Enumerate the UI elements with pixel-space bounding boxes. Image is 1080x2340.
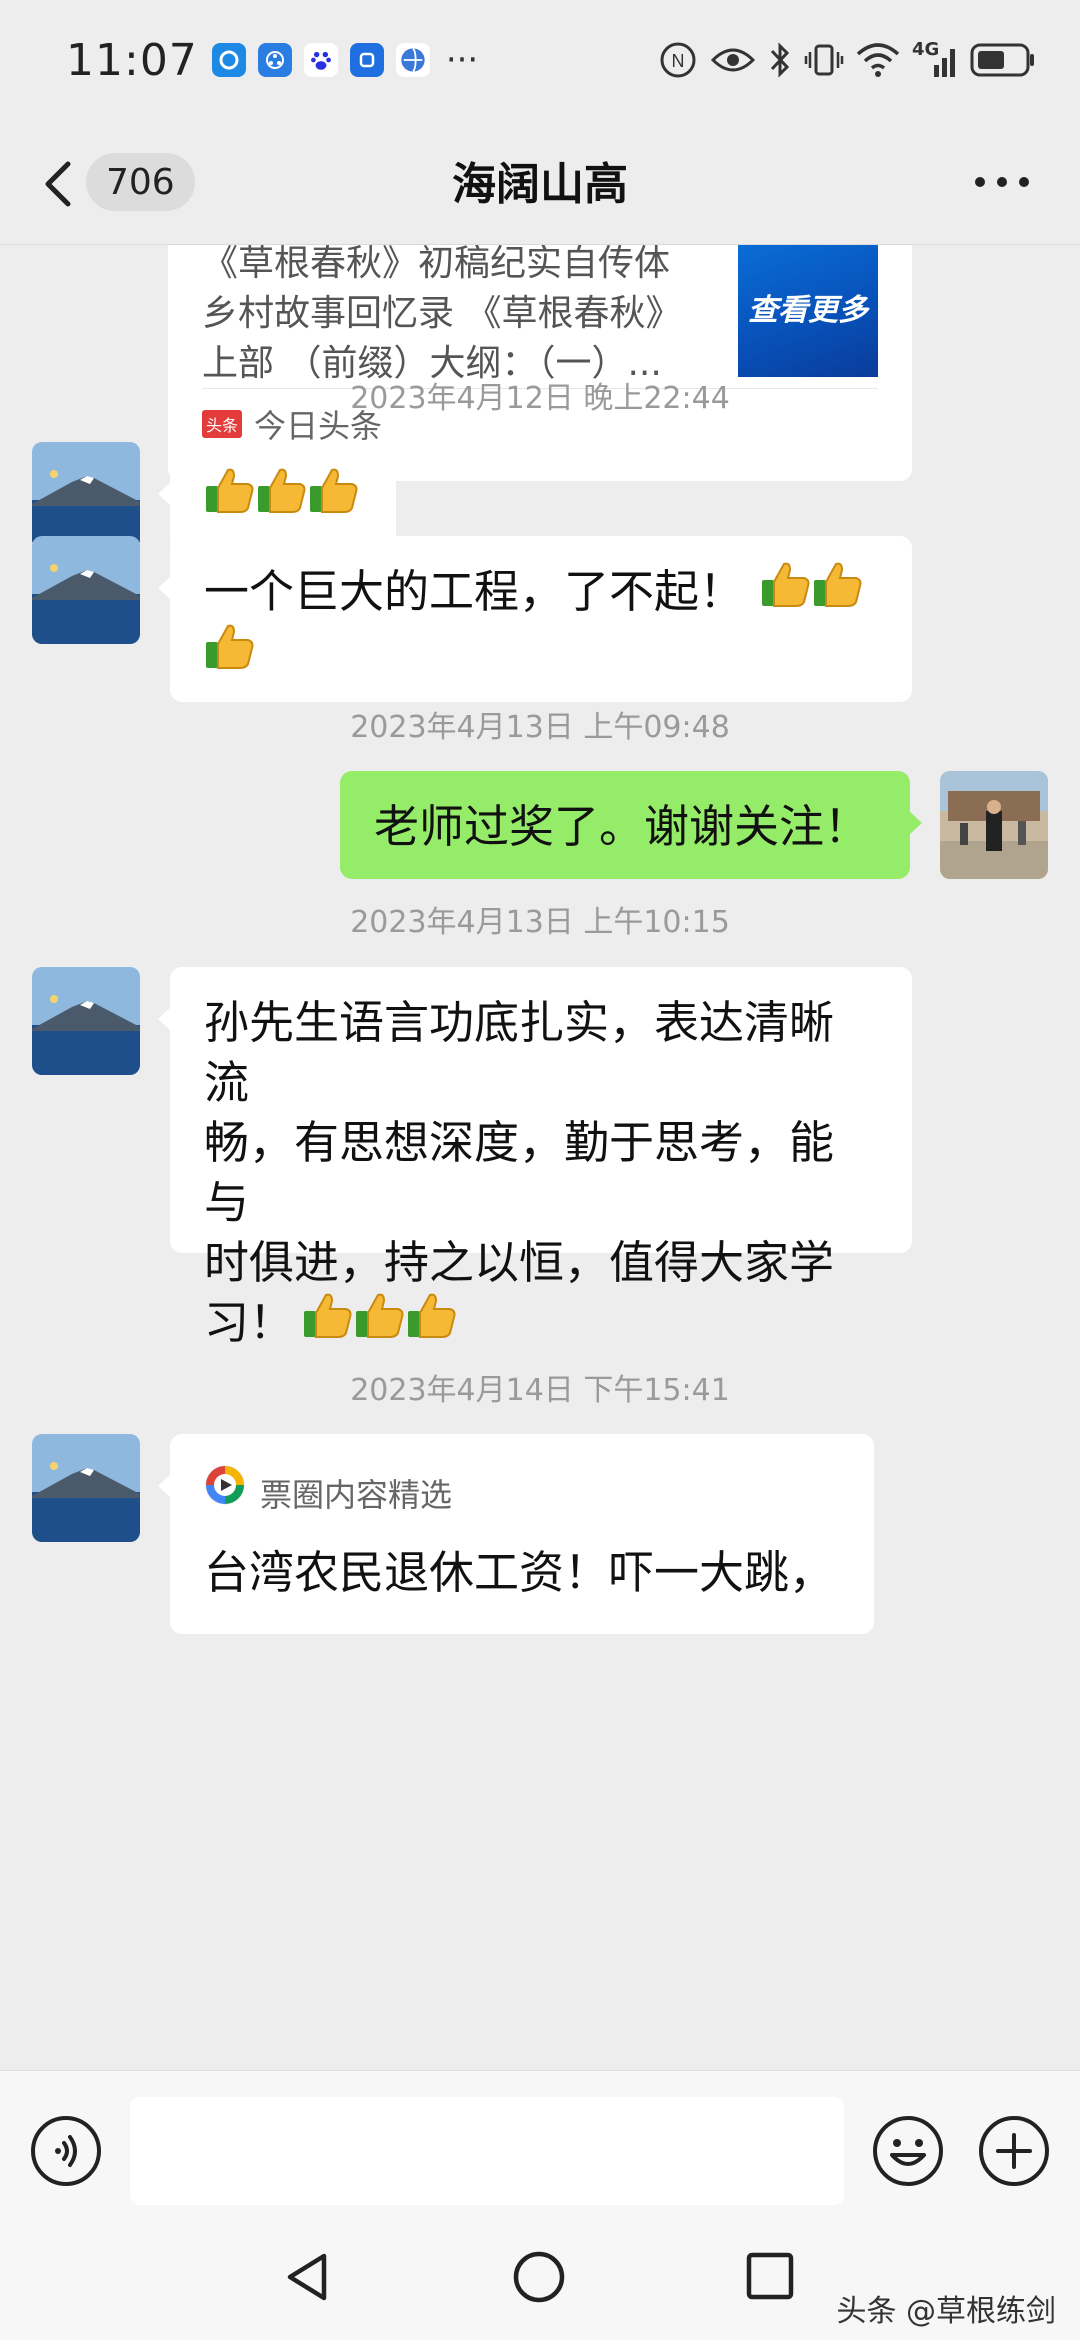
timestamp: 2023年4月12日 晚上22:44: [350, 381, 730, 416]
volcano-avatar-image: [32, 536, 140, 644]
link-desc-line: 《草根春秋》初稿纪实自传体: [202, 245, 671, 284]
bluetooth-icon: [768, 41, 792, 79]
my-avatar[interactable]: [940, 771, 1048, 879]
link-card-description: 《草根春秋》初稿纪实自传体 乡村故事回忆录 《草根春秋》 上部 （前缀）大纲：（…: [202, 245, 712, 389]
thumbs-up-icon: [204, 464, 256, 531]
thumbs-up-icon: [760, 558, 812, 625]
thumbs-up-icon: [354, 1289, 406, 1356]
more-options-button[interactable]: [974, 172, 1030, 192]
plus-icon: [979, 2116, 1049, 2186]
input-bar: [0, 2070, 1080, 2210]
chat-header: 706 海阔山高: [0, 120, 1080, 245]
square-recents-icon: [746, 2252, 794, 2300]
message-text-line: 畅，有思想深度，勤于思考，能与: [204, 1116, 835, 1229]
nav-home-button[interactable]: [512, 2250, 566, 2308]
circle-home-icon: [513, 2251, 565, 2303]
message-text: 老师过奖了。谢谢关注！: [374, 800, 870, 853]
nav-recents-button[interactable]: [744, 2250, 796, 2306]
vibrate-icon: [804, 42, 844, 78]
unread-count-badge[interactable]: 706: [86, 153, 195, 211]
thumbs-up-icon: [812, 558, 864, 625]
thumbnail-text: 查看更多: [748, 293, 868, 328]
message-bubble[interactable]: 孙先生语言功底扎实，表达清晰流 畅，有思想深度，勤于思考，能与 时俱进，持之以恒…: [158, 967, 912, 1349]
contact-avatar[interactable]: [32, 536, 140, 644]
more-notifications-icon: ···: [445, 40, 479, 80]
triangle-back-icon: [287, 2253, 327, 2301]
chat-title: 海阔山高: [452, 159, 628, 210]
contact-avatar[interactable]: [32, 1434, 140, 1542]
chevron-left-icon: [45, 161, 71, 207]
back-button[interactable]: [38, 156, 78, 212]
timestamp: 2023年4月13日 上午09:48: [350, 710, 730, 745]
message-text-line: 时俱进，持之以恒，值得大家学: [204, 1236, 835, 1289]
shared-card-header: 票圈内容精选: [204, 1464, 840, 1525]
status-time: 11:07: [66, 34, 198, 86]
emoji-button[interactable]: [872, 2115, 944, 2191]
voice-icon: [31, 2116, 101, 2186]
thumbs-up-icon: [406, 1289, 458, 1356]
link-desc-line: 乡村故事回忆录 《草根春秋》: [202, 293, 682, 334]
voice-input-button[interactable]: [30, 2115, 102, 2191]
volcano-avatar-image: [32, 442, 140, 550]
volcano-avatar-image: [32, 1434, 140, 1542]
message-text-line: 习！: [204, 1296, 295, 1349]
contact-avatar[interactable]: [32, 442, 140, 550]
share-app-icon: [257, 43, 292, 77]
system-status-icons: N 4G: [658, 39, 1036, 80]
watermark: 头条 @草根练剑: [836, 2294, 1056, 2329]
baidu-app-icon: [303, 43, 338, 77]
wifi-icon: [856, 42, 900, 78]
nfc-icon: N: [658, 40, 698, 80]
thumbs-up-icon: [256, 464, 308, 531]
message-bubble-sent[interactable]: 老师过奖了。谢谢关注！: [340, 771, 922, 879]
status-bar: 11:07 ··· N 4G: [0, 0, 1080, 120]
thumbs-up-icon: [204, 620, 256, 687]
timestamp: 2023年4月14日 下午15:41: [350, 1373, 730, 1408]
network-type-label: 4G: [912, 39, 940, 60]
notification-icons: ···: [211, 40, 479, 80]
message-text-line: 孙先生语言功底扎实，表达清晰流: [204, 996, 835, 1109]
map-app-icon: [349, 43, 384, 77]
timestamp: 2023年4月13日 上午10:15: [350, 905, 730, 940]
contact-avatar[interactable]: [32, 967, 140, 1075]
thumbs-up-icon: [302, 1289, 354, 1356]
more-functions-button[interactable]: [978, 2115, 1050, 2191]
message-text: 一个巨大的工程，了不起！: [204, 565, 745, 618]
volcano-avatar-image: [32, 967, 140, 1075]
browser-app-icon: [211, 43, 246, 77]
message-list[interactable]: 《草根春秋》初稿纪实自传体 乡村故事回忆录 《草根春秋》 上部 （前缀）大纲：（…: [0, 245, 1080, 2070]
globe-app-icon: [395, 43, 430, 77]
photo-avatar-image: [940, 771, 1048, 879]
battery-icon: [970, 42, 1036, 78]
nav-back-button[interactable]: [282, 2250, 332, 2308]
cellular-signal-icon: 4G: [912, 39, 958, 79]
shared-card-title: 台湾农民退休工资！吓一大跳，: [204, 1546, 835, 1599]
mini-program-icon: [204, 1464, 246, 1525]
shared-card-source: 票圈内容精选: [260, 1475, 453, 1514]
message-bubble[interactable]: 一个巨大的工程，了不起！: [158, 536, 912, 702]
eye-comfort-icon: [710, 45, 756, 75]
shared-content-card[interactable]: 票圈内容精选 台湾农民退休工资！吓一大跳，: [158, 1434, 874, 1634]
thumbs-up-icon: [308, 464, 360, 531]
system-navigation-bar: 头条 @草根练剑: [0, 2210, 1080, 2340]
message-input[interactable]: [130, 2097, 844, 2205]
smiley-icon: [873, 2116, 943, 2186]
svg-text:N: N: [672, 51, 685, 71]
more-dots-icon: [975, 177, 1029, 187]
link-card-thumbnail: 查看更多: [738, 245, 878, 377]
